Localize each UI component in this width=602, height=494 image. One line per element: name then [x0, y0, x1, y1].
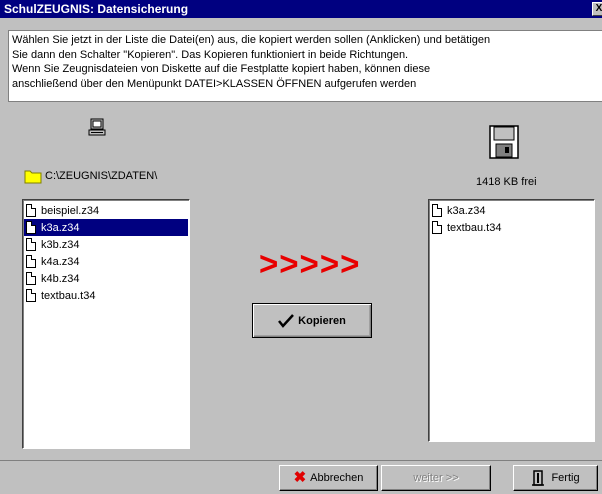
list-item[interactable]: k3a.z34	[430, 202, 593, 219]
file-icon	[26, 289, 36, 302]
copy-direction-arrows: >>>>>	[259, 245, 361, 282]
title-bar: SchulZEUGNIS: Datensicherung X	[0, 0, 602, 18]
instruction-line: anschließend über den Menüpunkt DATEI>KL…	[12, 77, 417, 90]
divider	[0, 460, 602, 461]
instruction-line: Wählen Sie jetzt in der Liste die Datei(…	[12, 34, 491, 46]
file-name: k3b.z34	[41, 238, 80, 251]
window-title: SchulZEUGNIS: Datensicherung	[4, 2, 189, 16]
copy-button[interactable]: Kopieren	[252, 303, 372, 338]
file-icon	[26, 272, 36, 285]
file-name: textbau.t34	[41, 289, 96, 302]
source-path: C:\ZEUGNIS\ZDATEN\	[45, 170, 158, 182]
target-file-list[interactable]: k3a.z34 textbau.t34	[428, 199, 595, 442]
list-item[interactable]: k4a.z34	[24, 253, 188, 270]
file-name: k4a.z34	[41, 255, 80, 268]
file-icon	[26, 255, 36, 268]
next-button-label: weiter >>	[413, 472, 459, 484]
floppy-disk-icon	[489, 125, 519, 159]
file-icon	[26, 238, 36, 251]
folder-icon	[24, 170, 42, 184]
list-item[interactable]: k3b.z34	[24, 236, 188, 253]
red-x-icon: ✖	[293, 469, 307, 486]
free-space-label: 1418 KB frei	[476, 176, 537, 188]
list-item-selected[interactable]: k3a.z34	[24, 219, 188, 236]
source-file-list[interactable]: beispiel.z34 k3a.z34 k3b.z34 k4a.z34 k4b…	[22, 199, 190, 449]
checkmark-icon	[278, 313, 295, 328]
next-button[interactable]: weiter >>	[381, 465, 491, 491]
instructions-text: Wählen Sie jetzt in der Liste die Datei(…	[8, 30, 602, 102]
list-item[interactable]: beispiel.z34	[24, 202, 188, 219]
file-icon	[432, 221, 442, 234]
cancel-button[interactable]: ✖ Abbrechen	[279, 465, 378, 491]
cancel-button-label: Abbrechen	[310, 472, 364, 484]
close-button[interactable]: X	[592, 2, 602, 16]
backup-dialog: SchulZEUGNIS: Datensicherung X Wählen Si…	[0, 0, 602, 494]
done-button[interactable]: Fertig	[513, 465, 598, 491]
file-name: k3a.z34	[447, 204, 486, 217]
file-icon	[26, 221, 36, 234]
copy-button-label: Kopieren	[298, 314, 346, 327]
file-icon	[26, 204, 36, 217]
computer-icon	[88, 118, 106, 136]
file-name: k3a.z34	[41, 221, 80, 234]
instruction-line: Sie dann den Schalter "Kopieren". Das Ko…	[12, 48, 409, 61]
file-name: k4b.z34	[41, 272, 80, 285]
file-icon	[432, 204, 442, 217]
done-button-label: Fertig	[551, 472, 580, 484]
file-name: textbau.t34	[447, 221, 502, 234]
list-item[interactable]: textbau.t34	[430, 219, 593, 236]
instruction-line: Wenn Sie Zeugnisdateien von Diskette auf…	[12, 63, 431, 75]
file-name: beispiel.z34	[41, 204, 100, 217]
list-item[interactable]: k4b.z34	[24, 270, 188, 287]
list-item[interactable]: textbau.t34	[24, 287, 188, 304]
door-exit-icon	[532, 470, 545, 486]
